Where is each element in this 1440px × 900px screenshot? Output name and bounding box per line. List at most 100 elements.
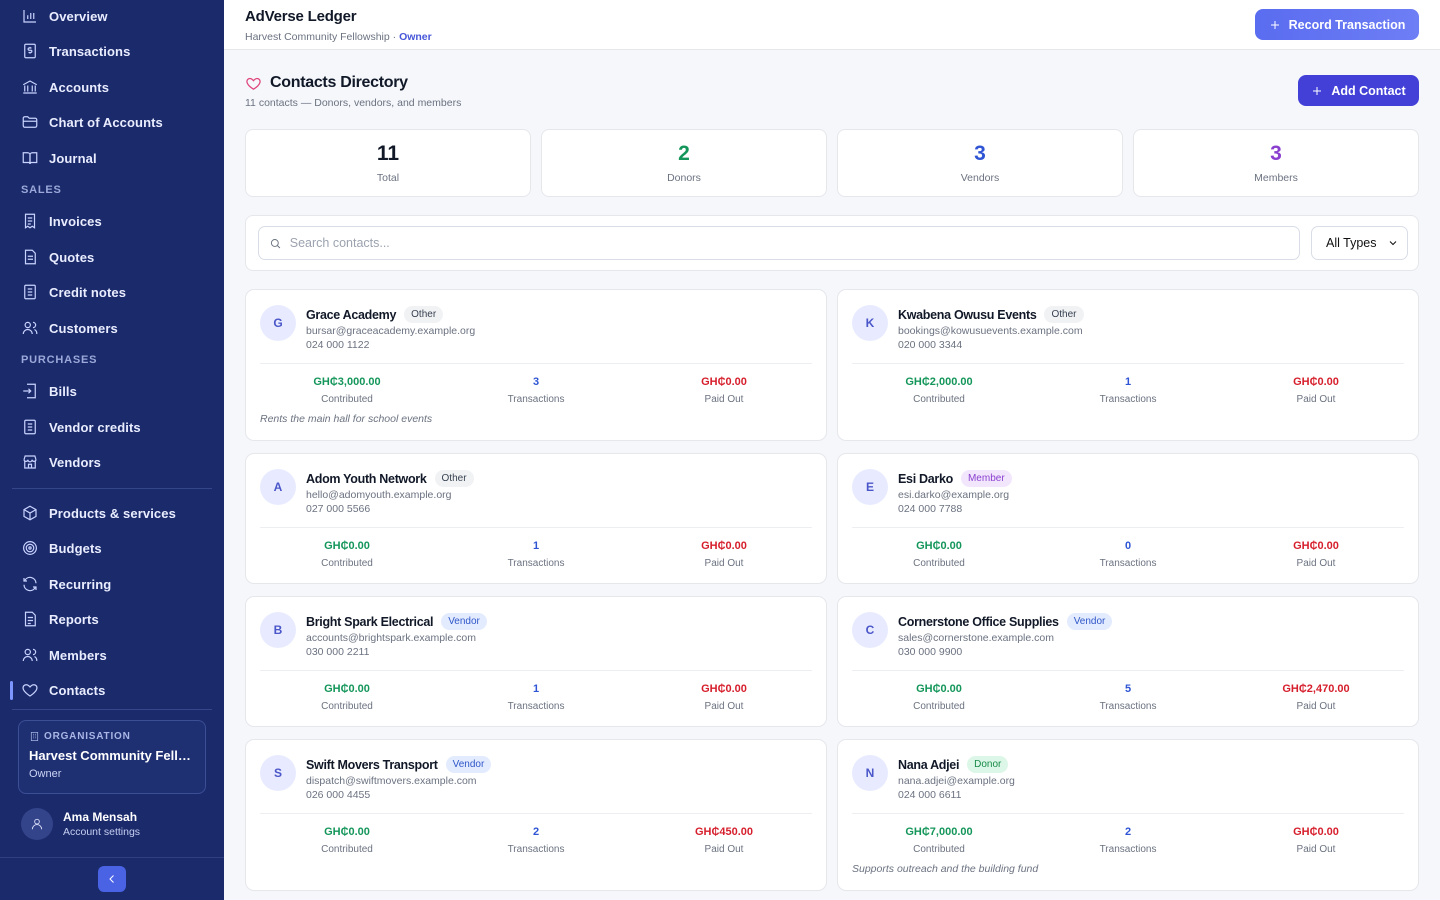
sidebar-item-accounts[interactable]: Accounts	[12, 71, 212, 103]
store-icon	[23, 455, 37, 469]
transactions-stat: 1 Transactions	[444, 540, 628, 569]
sidebar-item-label: Credit notes	[49, 284, 127, 300]
organisation-role: Owner	[29, 768, 62, 780]
contact-name: Cornerstone Office Supplies	[898, 614, 1059, 629]
contact-email: nana.adjei@example.org	[898, 775, 1015, 787]
contact-phone: 026 000 4455	[306, 789, 371, 801]
document-icon	[24, 419, 36, 435]
folder-icon	[22, 116, 38, 128]
paid-out-label: Paid Out	[1296, 558, 1336, 569]
sidebar-item-recurring[interactable]: Recurring	[12, 568, 212, 600]
avatar	[21, 808, 53, 840]
sidebar-item-invoices[interactable]: Invoices	[12, 205, 212, 237]
contact-name: Swift Movers Transport	[306, 757, 438, 772]
search-box[interactable]	[258, 226, 1300, 260]
organisation-card[interactable]: ORGANISATION Harvest Community Fello... …	[18, 720, 206, 794]
sidebar-item-chart-of-accounts[interactable]: Chart of Accounts	[12, 106, 212, 138]
contact-name: Nana Adjei	[898, 757, 960, 772]
sidebar-item-products-services[interactable]: Products & services	[12, 497, 212, 529]
user-account-row[interactable]: Ama Mensah Account settings	[21, 806, 211, 842]
target-icon	[23, 541, 37, 555]
contact-name-row: Adom Youth Network Other	[306, 470, 474, 487]
sidebar-item-overview[interactable]: Overview	[12, 0, 212, 32]
contact-phone: 024 000 1122	[306, 339, 370, 351]
contact-card-cornerstone-office-supplies[interactable]: C Cornerstone Office Supplies Vendor sales@…	[837, 596, 1419, 727]
contact-name-row: Bright Spark Electrical Vendor	[306, 613, 487, 630]
contributed-stat: GH₵7,000.00 Contributed	[847, 826, 1031, 855]
page-title-text: Contacts Directory	[270, 74, 408, 91]
contact-card-bright-spark-electrical[interactable]: B Bright Spark Electrical Vendor accounts@b…	[245, 596, 827, 727]
stat-label: Donors	[667, 172, 701, 184]
paid-out-value: GH₵0.00	[701, 376, 747, 388]
sidebar-item-credit-notes[interactable]: Credit notes	[12, 276, 212, 308]
book-icon	[22, 152, 38, 165]
contributed-label: Contributed	[321, 558, 373, 569]
stat-value: 2	[678, 142, 690, 165]
contributed-label: Contributed	[321, 394, 373, 405]
org-name: Harvest Community Fellowship	[245, 31, 390, 43]
contact-name-row: Grace Academy Other	[306, 306, 444, 323]
package-icon	[23, 505, 37, 521]
contact-type-badge: Vendor	[1066, 613, 1113, 630]
add-contact-button[interactable]: Add Contact	[1298, 75, 1419, 106]
document-icon	[24, 249, 36, 265]
search-input[interactable]	[289, 236, 1299, 250]
sidebar-item-label: Budgets	[49, 540, 102, 556]
contact-card-adom-youth-network[interactable]: A Adom Youth Network Other hello@adomyouth.…	[245, 453, 827, 584]
sidebar-item-vendors[interactable]: Vendors	[12, 446, 212, 478]
contributed-value: GH₵3,000.00	[313, 376, 381, 388]
sidebar-item-reports[interactable]: Reports	[12, 603, 212, 635]
transactions-label: Transactions	[1099, 701, 1157, 712]
contact-card-kwabena-owusu-events[interactable]: K Kwabena Owusu Events Other bookings@kowus…	[837, 289, 1419, 441]
sidebar-item-customers[interactable]: Customers	[12, 312, 212, 344]
contributed-label: Contributed	[913, 844, 965, 855]
users-icon	[22, 648, 38, 662]
transactions-label: Transactions	[1099, 394, 1157, 405]
contact-card-esi-darko[interactable]: E Esi Darko Member esi.darko@example.org 024…	[837, 453, 1419, 584]
invoice-icon	[24, 213, 36, 229]
building-icon	[30, 732, 39, 741]
contact-email: accounts@brightspark.example.com	[306, 632, 476, 644]
sidebar-item-journal[interactable]: Journal	[12, 142, 212, 174]
contributed-value: GH₵2,000.00	[905, 376, 973, 388]
sidebar-item-label: Members	[49, 647, 107, 663]
sidebar-item-vendor-credits[interactable]: Vendor credits	[12, 411, 212, 443]
sidebar-item-contacts[interactable]: Contacts	[10, 674, 212, 706]
type-filter-select[interactable]: All Types	[1311, 226, 1408, 260]
transactions-value: 2	[532, 826, 540, 838]
sidebar-divider	[12, 709, 212, 710]
contributed-stat: GH₵0.00 Contributed	[255, 540, 439, 569]
sidebar-item-quotes[interactable]: Quotes	[12, 241, 212, 273]
contact-phone: 030 000 2211	[306, 646, 370, 658]
card-divider	[852, 527, 1404, 528]
sidebar-item-label: Invoices	[49, 213, 102, 229]
sidebar-item-budgets[interactable]: Budgets	[12, 532, 212, 564]
contact-phone: 020 000 3344	[898, 339, 963, 351]
contact-name: Adom Youth Network	[306, 471, 427, 486]
contributed-stat: GH₵3,000.00 Contributed	[255, 376, 439, 405]
paid-out-label: Paid Out	[1296, 394, 1336, 405]
contact-card-swift-movers-transport[interactable]: S Swift Movers Transport Vendor dispatch@sw…	[245, 739, 827, 891]
transactions-label: Transactions	[507, 558, 565, 569]
sidebar-item-label: Transactions	[49, 43, 131, 59]
contributed-stat: GH₵2,000.00 Contributed	[847, 376, 1031, 405]
page-subtitle: 11 contacts — Donors, vendors, and membe…	[245, 97, 462, 109]
dollar-doc-icon	[24, 43, 36, 59]
sidebar-item-bills[interactable]: Bills	[12, 375, 212, 407]
account-settings-link[interactable]: Account settings	[63, 826, 140, 838]
paid-out-stat: GH₵0.00 Paid Out	[632, 540, 816, 569]
paid-out-stat: GH₵0.00 Paid Out	[632, 683, 816, 712]
chevron-left-icon	[109, 875, 114, 883]
sidebar-item-transactions[interactable]: Transactions	[12, 35, 212, 67]
record-transaction-button[interactable]: Record Transaction	[1255, 9, 1419, 40]
organisation-label: ORGANISATION	[44, 731, 131, 742]
sidebar-item-members[interactable]: Members	[12, 639, 212, 671]
contact-type-badge: Vendor	[445, 756, 492, 773]
contact-card-grace-academy[interactable]: G Grace Academy Other bursar@graceacademy.e…	[245, 289, 827, 441]
collapse-sidebar-button[interactable]	[98, 866, 126, 892]
contact-name-row: Esi Darko Member	[898, 470, 1012, 487]
contributed-value: GH₵0.00	[324, 540, 370, 552]
contact-card-nana-adjei[interactable]: N Nana Adjei Donor nana.adjei@example.org 02…	[837, 739, 1419, 891]
contact-note: Rents the main hall for school events	[260, 413, 433, 425]
app-title: AdVerse Ledger	[245, 8, 357, 25]
